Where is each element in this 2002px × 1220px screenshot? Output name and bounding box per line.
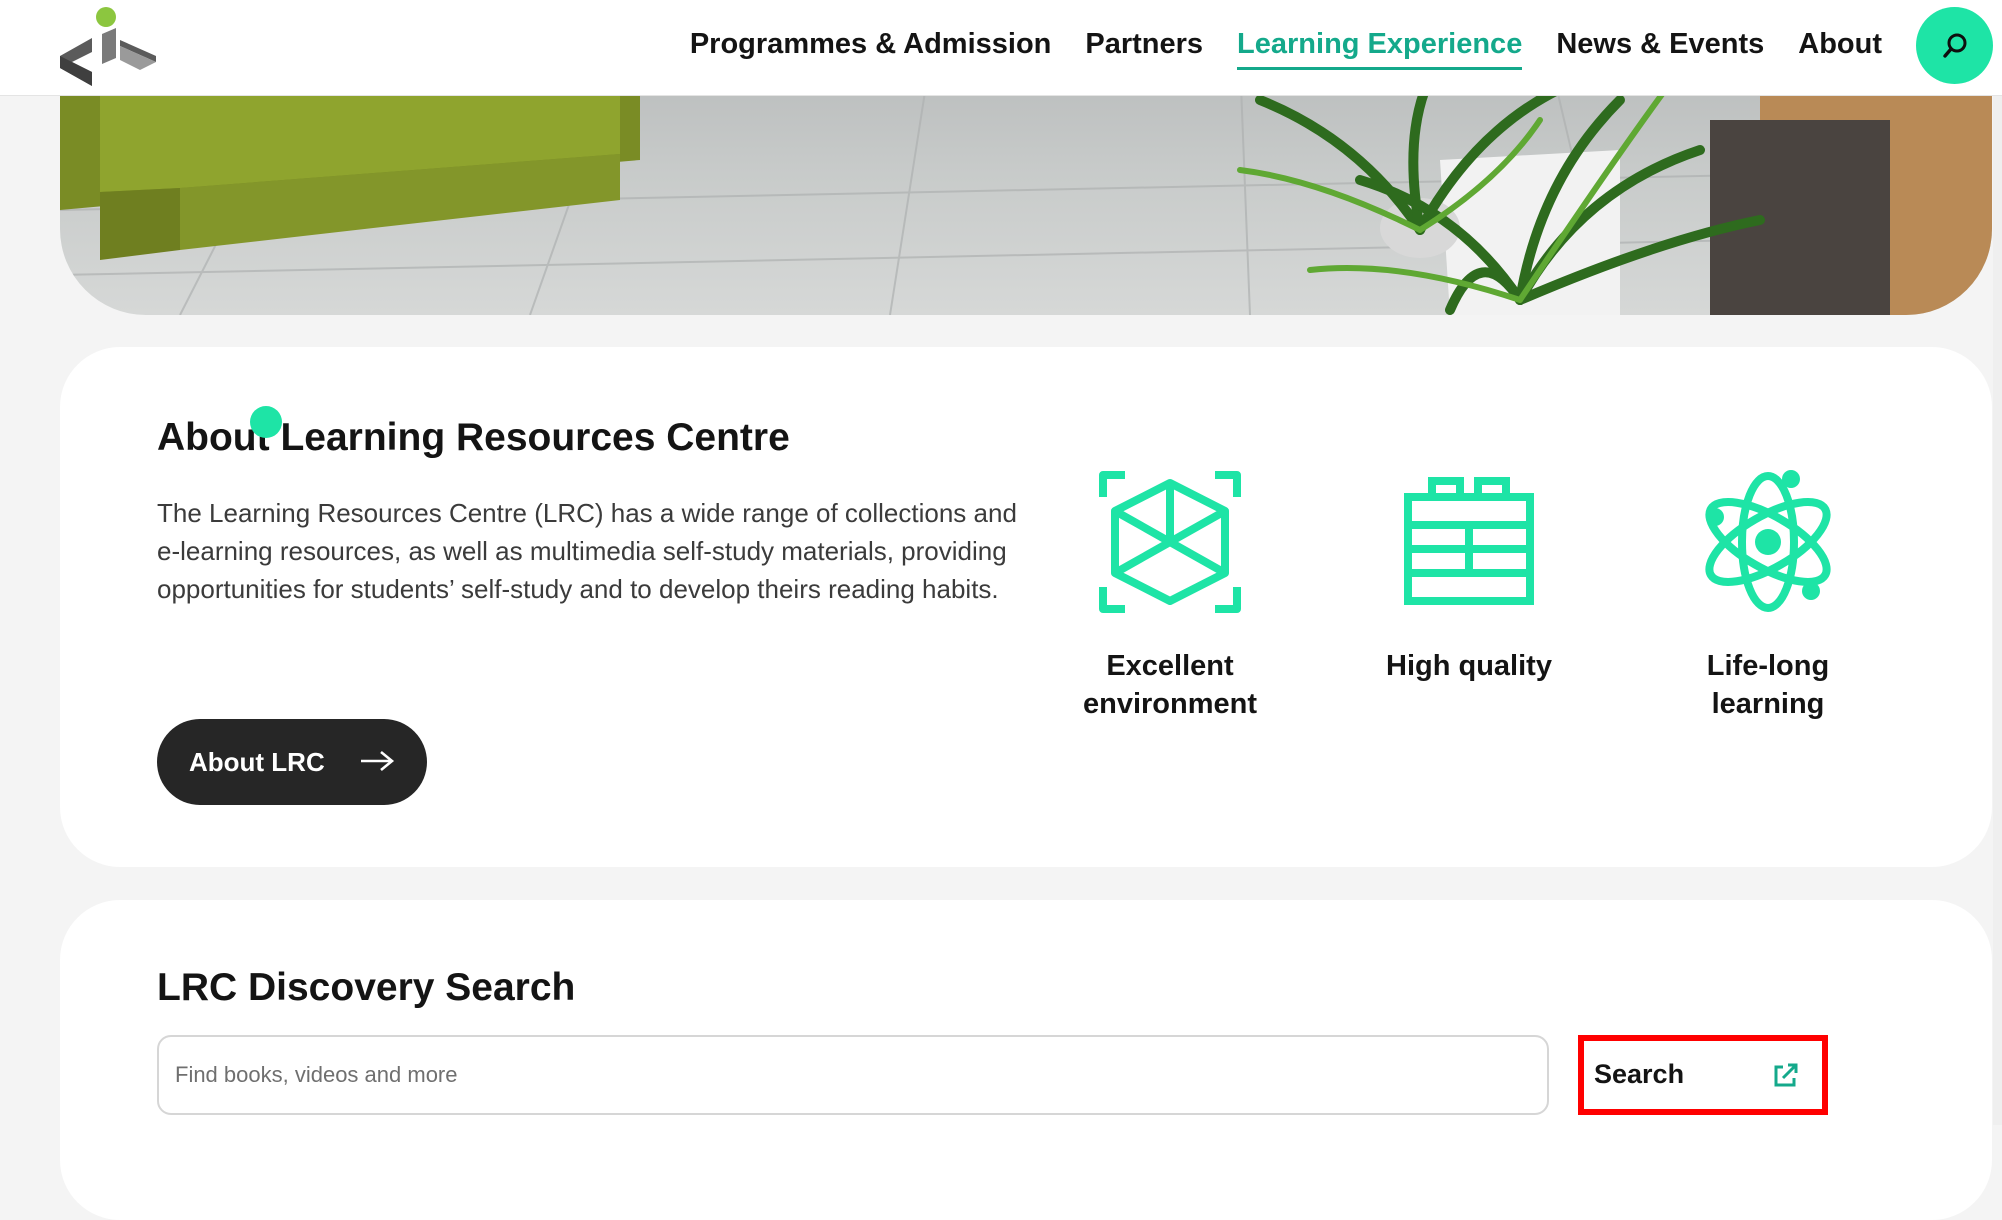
- nav-about[interactable]: About: [1798, 28, 1882, 70]
- feature-label: Life-long learning: [1706, 650, 1830, 720]
- about-lrc-button[interactable]: About LRC: [157, 719, 427, 805]
- nav-partners[interactable]: Partners: [1085, 28, 1203, 70]
- institution-logo-icon: [60, 7, 156, 86]
- feature-excellent-environment: Excellent environment: [1045, 467, 1295, 723]
- discovery-search-input[interactable]: [157, 1035, 1549, 1115]
- feature-high-quality: High quality: [1344, 467, 1594, 685]
- nav-programmes-admission[interactable]: Programmes & Admission: [690, 28, 1052, 70]
- cursor-indicator: [250, 406, 282, 438]
- feature-label: Excellent environment: [1082, 650, 1258, 720]
- cube-scan-icon: [1099, 471, 1241, 613]
- header-search-button[interactable]: [1916, 7, 1993, 84]
- search-icon: [1942, 33, 1966, 58]
- about-description: The Learning Resources Centre (LRC) has …: [157, 498, 1017, 604]
- about-lrc-card: About Learning Resources Centre The Lear…: [60, 347, 1992, 867]
- logo-link[interactable]: [56, 4, 160, 90]
- discovery-search-button[interactable]: Search: [1578, 1035, 1828, 1115]
- feature-life-long-learning: Life-long learning: [1643, 467, 1893, 723]
- page-scrollbar[interactable]: [1993, 96, 2002, 1125]
- main-nav: Programmes & Admission Partners Learning…: [690, 0, 1882, 96]
- discovery-search-button-label: Search: [1594, 1059, 1685, 1089]
- hero-image: [60, 60, 1992, 315]
- external-link-icon: [1774, 1063, 1798, 1087]
- library-lobby-photo: [60, 60, 1992, 315]
- site-header: Programmes & Admission Partners Learning…: [0, 0, 2002, 96]
- bricks-icon: [1404, 477, 1534, 605]
- arrow-right-icon: [361, 750, 395, 772]
- about-lrc-button-label: About LRC: [189, 746, 325, 777]
- atom-icon: [1705, 470, 1831, 612]
- discovery-search-title: LRC Discovery Search: [157, 966, 576, 1009]
- nav-news-events[interactable]: News & Events: [1556, 28, 1764, 70]
- nav-learning-experience[interactable]: Learning Experience: [1237, 28, 1523, 70]
- discovery-search-card: LRC Discovery Search Search: [60, 900, 1992, 1220]
- feature-label: High quality: [1386, 650, 1552, 682]
